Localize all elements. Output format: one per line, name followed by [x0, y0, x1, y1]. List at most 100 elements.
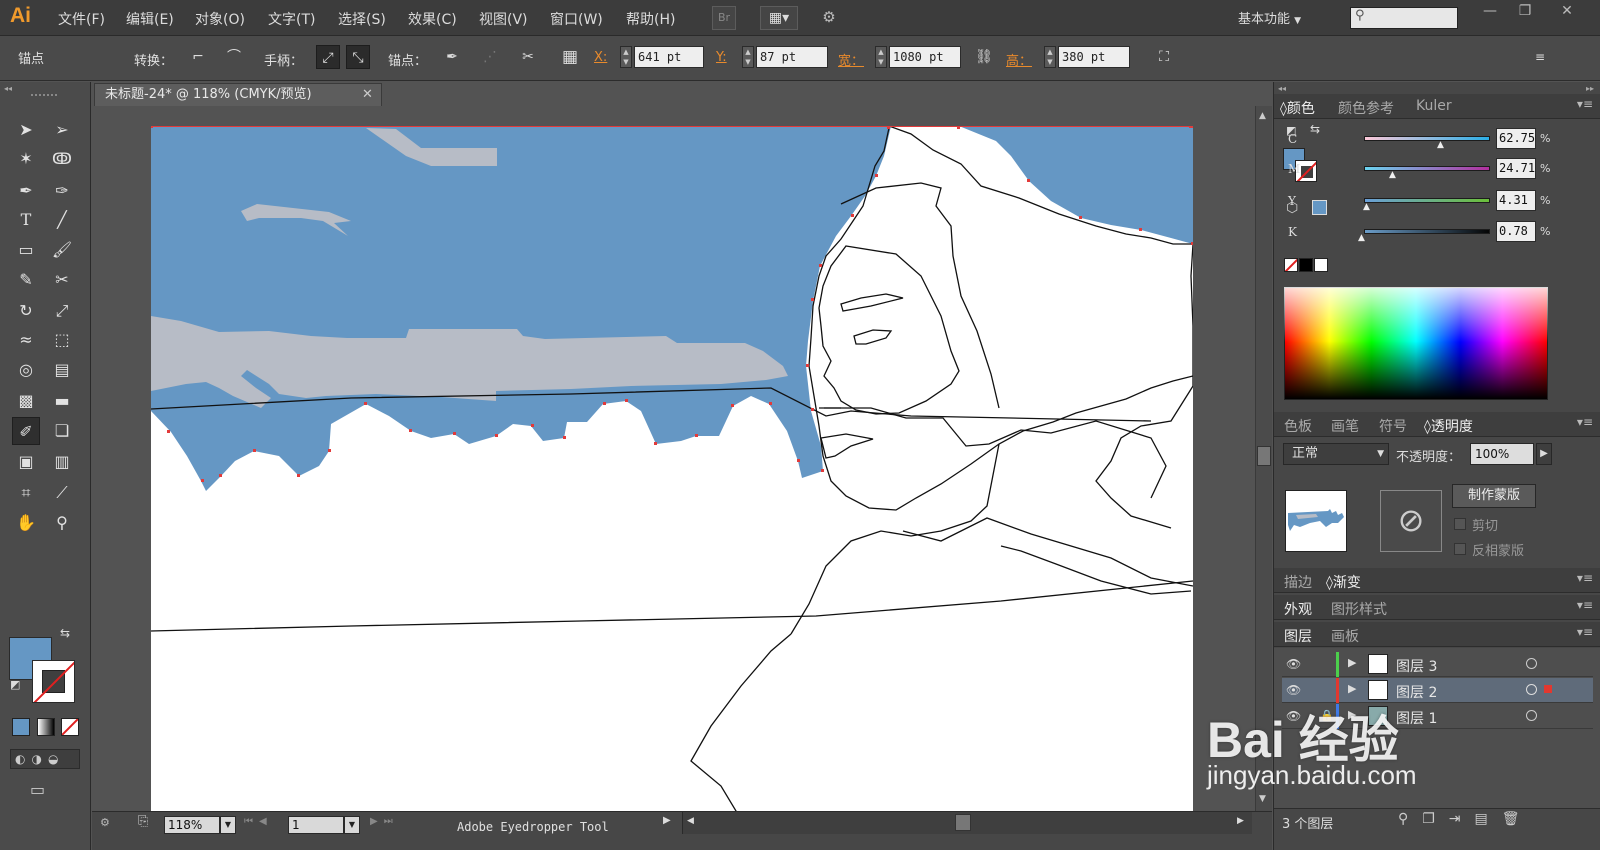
gradient-panel-menu-icon[interactable]: ▾≡ [1577, 571, 1593, 585]
bridge-button[interactable]: Br [712, 6, 736, 30]
symbol-sprayer-tool-icon[interactable]: ▣ [12, 448, 40, 476]
scroll-left-icon[interactable]: ◀ [687, 816, 694, 826]
channel-m-slider[interactable] [1364, 166, 1490, 171]
hide-handles-icon[interactable]: ⤡ [346, 45, 370, 69]
tab-color-guide[interactable]: 颜色参考 [1338, 98, 1394, 118]
zoom-tool-icon[interactable]: ⚲ [48, 509, 76, 537]
tab-transparency[interactable]: ◊透明度 [1424, 416, 1473, 436]
help-search-input[interactable]: ⚲ [1350, 7, 1458, 29]
close-document-icon[interactable]: ✕ [362, 83, 373, 106]
width-stepper[interactable]: ▲ ▼ [875, 46, 887, 68]
target-icon[interactable] [1526, 684, 1537, 695]
artboard-prev-icons[interactable]: ⏮◀ [244, 816, 273, 827]
lasso-tool-icon[interactable]: ↂ [48, 145, 76, 173]
menu-effect[interactable]: 效果(C) [408, 9, 457, 29]
height-field[interactable]: 380 pt [1058, 46, 1130, 68]
stroke-swatch[interactable] [32, 660, 75, 703]
type-tool-icon[interactable]: T [12, 206, 40, 234]
color-panel-menu-icon[interactable]: ▾≡ [1577, 97, 1593, 111]
target-icon[interactable] [1526, 710, 1537, 721]
expand-dock-icon[interactable]: ▸▸ [1586, 84, 1594, 93]
menu-help[interactable]: 帮助(H) [626, 9, 675, 29]
width-field[interactable]: 1080 pt [889, 46, 961, 68]
tab-stroke[interactable]: 描边 [1284, 572, 1312, 592]
y-stepper[interactable]: ▲ ▼ [742, 46, 754, 68]
pencil-tool-icon[interactable]: ✎ [12, 266, 40, 294]
convert-smooth-icon[interactable]: ⌒ [222, 45, 246, 69]
tab-symbols[interactable]: 符号 [1379, 416, 1407, 436]
tab-kuler[interactable]: Kuler [1416, 98, 1452, 114]
clip-checkbox[interactable] [1454, 518, 1466, 530]
scissors-tool-icon[interactable]: ✂ [48, 266, 76, 294]
channel-c-handle[interactable]: ▲ [1437, 140, 1444, 150]
workspace-switcher[interactable]: 基本功能 ▼ [1238, 8, 1301, 27]
screen-mode-icon[interactable]: ▭ [30, 780, 45, 799]
mesh-tool-icon[interactable]: ▩ [12, 387, 40, 415]
hand-tool-icon[interactable]: ✋ [12, 509, 40, 537]
channel-m-handle[interactable]: ▲ [1389, 170, 1396, 180]
menu-select[interactable]: 选择(S) [338, 9, 386, 29]
swap-colors-icon[interactable]: ⇆ [1310, 122, 1320, 136]
minimize-button[interactable]: — [1475, 0, 1505, 22]
isolate-icon[interactable]: ⛶ [1152, 45, 1176, 69]
height-stepper[interactable]: ▲ ▼ [1044, 46, 1056, 68]
artboard-next-icons[interactable]: ▶⏭ [370, 816, 399, 827]
scroll-right-icon[interactable]: ▶ [1237, 816, 1244, 826]
collapse-dock-icon[interactable]: ◂◂ [1278, 84, 1286, 93]
drawing-modes-icon[interactable]: ◐◑◒ [10, 749, 80, 769]
tab-gradient[interactable]: ◊渐变 [1326, 572, 1361, 592]
slice-tool-icon[interactable]: ⟋ [48, 479, 76, 507]
gradient-mode-icon[interactable] [37, 718, 55, 736]
column-graph-tool-icon[interactable]: ▥ [48, 448, 76, 476]
share-icon[interactable]: ⎘ [138, 814, 148, 829]
color-mode-icon[interactable] [12, 718, 30, 736]
target-icon[interactable] [1526, 658, 1537, 669]
x-stepper[interactable]: ▲ ▼ [620, 46, 632, 68]
blend-mode-select[interactable]: 正常 ▼ [1283, 443, 1389, 465]
document-tab[interactable]: 未标题-24* @ 118% (CMYK/预览) [94, 83, 382, 106]
channel-m-field[interactable]: 24.71 [1496, 158, 1536, 179]
channel-c-field[interactable]: 62.75 [1496, 128, 1536, 149]
cut-path-icon[interactable]: ✂ [516, 45, 540, 69]
channel-y-handle[interactable]: ▲ [1363, 202, 1370, 212]
opacity-slider-icon[interactable]: ▶ [1536, 443, 1552, 465]
restore-button[interactable]: ❐ [1510, 0, 1540, 22]
shape-builder-tool-icon[interactable]: ◎ [12, 356, 40, 384]
menu-file[interactable]: 文件(F) [58, 9, 105, 29]
status-menu-icon[interactable]: ▶ [663, 815, 671, 826]
show-handles-icon[interactable]: ⤢ [316, 45, 340, 69]
scroll-down-icon[interactable]: ▼ [1259, 794, 1266, 804]
channel-k-field[interactable]: 0.78 [1496, 221, 1536, 242]
x-field[interactable]: 641 pt [634, 46, 704, 68]
menu-object[interactable]: 对象(O) [195, 9, 245, 29]
eyedropper-tool-icon[interactable]: ✐ [12, 417, 40, 445]
channel-k-handle[interactable]: ▲ [1358, 233, 1365, 243]
magic-wand-tool-icon[interactable]: ✶ [12, 145, 40, 173]
none-color-swatch[interactable] [1284, 258, 1298, 272]
channel-c-slider[interactable] [1364, 136, 1490, 141]
make-mask-button[interactable]: 制作蒙版 [1452, 484, 1536, 508]
menu-window[interactable]: 窗口(W) [550, 9, 603, 29]
paintbrush-tool-icon[interactable]: 🖌 [48, 236, 76, 264]
black-color-swatch[interactable] [1299, 258, 1313, 272]
convert-corner-icon[interactable]: ⌐ [186, 45, 210, 69]
menu-type[interactable]: 文字(T) [268, 9, 315, 29]
opacity-field[interactable]: 100% [1470, 443, 1534, 465]
swap-fill-stroke-icon[interactable]: ⇆ [60, 626, 70, 640]
rotate-tool-icon[interactable]: ↻ [12, 297, 40, 325]
line-tool-icon[interactable]: ╱ [48, 206, 76, 234]
none-mode-icon[interactable] [61, 718, 79, 736]
layer-name[interactable]: 图层 3 [1396, 656, 1437, 676]
tab-appearance[interactable]: 外观 [1284, 599, 1312, 619]
close-window-button[interactable]: ✕ [1552, 0, 1582, 22]
remove-anchor-icon[interactable]: ✒ [440, 45, 464, 69]
object-thumbnail[interactable] [1285, 490, 1347, 552]
layer-name[interactable]: 图层 2 [1396, 682, 1437, 702]
free-transform-tool-icon[interactable]: ⬚ [48, 326, 76, 354]
collapse-toolbox-icon[interactable]: ◂◂ [4, 84, 12, 93]
web-safe-swatch[interactable] [1312, 200, 1327, 215]
rectangle-tool-icon[interactable]: ▭ [12, 236, 40, 264]
tab-artboards[interactable]: 画板 [1331, 626, 1359, 646]
gradient-tool-icon[interactable]: ▬ [48, 387, 76, 415]
appearance-panel-menu-icon[interactable]: ▾≡ [1577, 598, 1593, 612]
